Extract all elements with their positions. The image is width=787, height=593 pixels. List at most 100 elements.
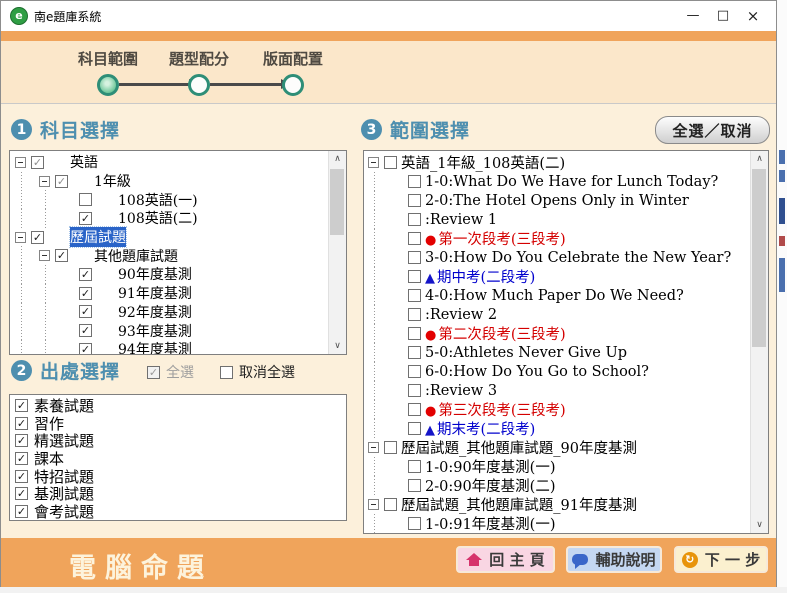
checkbox[interactable] (384, 156, 397, 169)
checkbox[interactable]: ✓ (55, 175, 68, 188)
checkbox[interactable] (408, 422, 421, 435)
checkbox[interactable] (384, 498, 397, 511)
next-step-button[interactable]: ↻ 下 一 步 (674, 546, 768, 573)
checkbox[interactable] (408, 365, 421, 378)
expand-toggle-icon[interactable] (39, 250, 50, 261)
tree-label[interactable]: 1-0:What Do We Have for Lunch Today? (425, 174, 718, 190)
toggle-select-all-button[interactable]: 全選／取消 (655, 116, 770, 144)
tree-label[interactable]: 1年級 (94, 171, 131, 191)
checkbox[interactable] (408, 251, 421, 264)
checkbox[interactable]: ✓ (55, 249, 68, 262)
checkbox[interactable]: ✓ (79, 212, 92, 225)
checkbox[interactable]: ✓ (15, 434, 28, 447)
checkbox[interactable] (408, 327, 421, 340)
checkbox[interactable]: ✓ (31, 231, 44, 244)
tree-label[interactable]: 其他題庫試題 (94, 246, 178, 266)
checkbox[interactable] (408, 213, 421, 226)
checkbox[interactable]: ✓ (15, 452, 28, 465)
tree-label[interactable]: :Review 2 (425, 307, 497, 323)
tree-label[interactable]: 歷屆試題 (70, 227, 126, 247)
help-button[interactable]: 輔助說明 (566, 546, 662, 573)
tree-label[interactable]: ●第二次段考(三段考) (425, 323, 566, 344)
tree-label[interactable]: :Review 1 (425, 212, 497, 228)
tree-label[interactable]: 2-0:The Hotel Opens Only in Winter (425, 193, 689, 209)
tree-label[interactable]: ●第三次段考(三段考) (425, 399, 566, 420)
deselect-all-option[interactable]: 取消全選 (220, 362, 295, 382)
tree-label[interactable]: ▲期末考(二段考) (425, 418, 535, 439)
minimize-button[interactable]: — (678, 2, 708, 30)
tree-label[interactable]: 93年度基測 (118, 321, 192, 341)
select-all-checkbox[interactable]: ✓ (147, 366, 160, 379)
scroll-down-icon[interactable]: ∨ (329, 338, 346, 354)
tree-label[interactable]: 6-0:How Do You Go to School? (425, 364, 649, 380)
tree-label[interactable]: 1-0:90年度基測(一) (425, 456, 556, 477)
scroll-down-icon[interactable]: ∨ (751, 517, 768, 533)
range-tree-scrollbar[interactable]: ∧ ∨ (750, 151, 768, 533)
checkbox[interactable] (408, 403, 421, 416)
tree-label[interactable]: 4-0:How Much Paper Do We Need? (425, 288, 684, 304)
tree-label[interactable]: 英語_1年級_108英語(二) (401, 152, 565, 173)
expand-toggle-icon[interactable] (15, 232, 26, 243)
tree-label[interactable]: :Review 3 (425, 383, 497, 399)
tree-label[interactable]: 2-0:90年度基測(二) (425, 475, 556, 496)
expand-toggle-icon[interactable] (39, 176, 50, 187)
checkbox[interactable] (408, 479, 421, 492)
checkbox[interactable]: ✓ (79, 287, 92, 300)
checkbox[interactable] (408, 346, 421, 359)
scroll-up-icon[interactable]: ∧ (329, 151, 346, 167)
step-dot-1-active[interactable] (97, 74, 119, 96)
tree-label[interactable]: 108英語(一) (118, 190, 198, 210)
tree-label[interactable]: 92年度基測 (118, 302, 192, 322)
checkbox[interactable] (79, 193, 92, 206)
tree-label[interactable]: 英語 (70, 152, 98, 172)
scroll-up-icon[interactable]: ∧ (751, 151, 768, 167)
checkbox[interactable] (408, 175, 421, 188)
tree-label[interactable]: 3-0:How Do You Celebrate the New Year? (425, 250, 731, 266)
checkbox[interactable]: ✓ (15, 487, 28, 500)
checkbox[interactable] (408, 232, 421, 245)
scroll-thumb[interactable] (330, 169, 344, 235)
select-all-option[interactable]: ✓ 全選 (147, 362, 194, 382)
tree-label[interactable]: 1-0:91年度基測(一) (425, 513, 556, 533)
tree-label[interactable]: 91年度基測 (118, 283, 192, 303)
home-button[interactable]: 回 主 頁 (456, 546, 555, 573)
expand-toggle-icon[interactable] (368, 442, 379, 453)
checkbox[interactable] (408, 460, 421, 473)
checkbox[interactable]: ✓ (31, 156, 44, 169)
checkbox[interactable]: ✓ (79, 343, 92, 354)
tree-label[interactable]: 5-0:Athletes Never Give Up (425, 345, 627, 361)
checkbox[interactable] (408, 194, 421, 207)
checkbox[interactable] (384, 441, 397, 454)
expand-toggle-icon[interactable] (15, 157, 26, 168)
checkbox[interactable]: ✓ (79, 305, 92, 318)
list-item-label[interactable]: 會考試題 (34, 501, 94, 520)
tree-label[interactable]: 歷屆試題_其他題庫試題_91年度基測 (401, 494, 637, 515)
maximize-button[interactable]: □ (708, 2, 738, 30)
expand-toggle-icon[interactable] (368, 499, 379, 510)
tree-label[interactable]: 94年度基測 (118, 339, 192, 354)
tree-label[interactable]: 90年度基測 (118, 264, 192, 284)
checkbox[interactable] (408, 270, 421, 283)
close-button[interactable]: × (738, 2, 768, 30)
checkbox[interactable]: ✓ (15, 399, 28, 412)
checkbox[interactable]: ✓ (79, 268, 92, 281)
expand-toggle-icon[interactable] (368, 157, 379, 168)
checkbox[interactable]: ✓ (15, 470, 28, 483)
checkbox[interactable]: ✓ (79, 324, 92, 337)
tree-label[interactable]: 歷屆試題_其他題庫試題_90年度基測 (401, 437, 637, 458)
checkbox[interactable] (408, 384, 421, 397)
deselect-all-checkbox[interactable] (220, 366, 233, 379)
exam-triangle-icon: ▲ (425, 271, 435, 286)
checkbox[interactable] (408, 517, 421, 530)
checkbox[interactable] (408, 289, 421, 302)
tree-label[interactable]: ▲期中考(二段考) (425, 266, 535, 287)
step-dot-2[interactable] (188, 74, 210, 96)
scroll-thumb[interactable] (752, 169, 766, 347)
subject-tree-scrollbar[interactable]: ∧ ∨ (328, 151, 346, 354)
checkbox[interactable] (408, 308, 421, 321)
step-dot-3[interactable] (282, 74, 304, 96)
checkbox[interactable]: ✓ (15, 505, 28, 518)
tree-label[interactable]: 108英語(二) (118, 208, 198, 228)
checkbox[interactable]: ✓ (15, 417, 28, 430)
tree-label[interactable]: ●第一次段考(三段考) (425, 228, 566, 249)
